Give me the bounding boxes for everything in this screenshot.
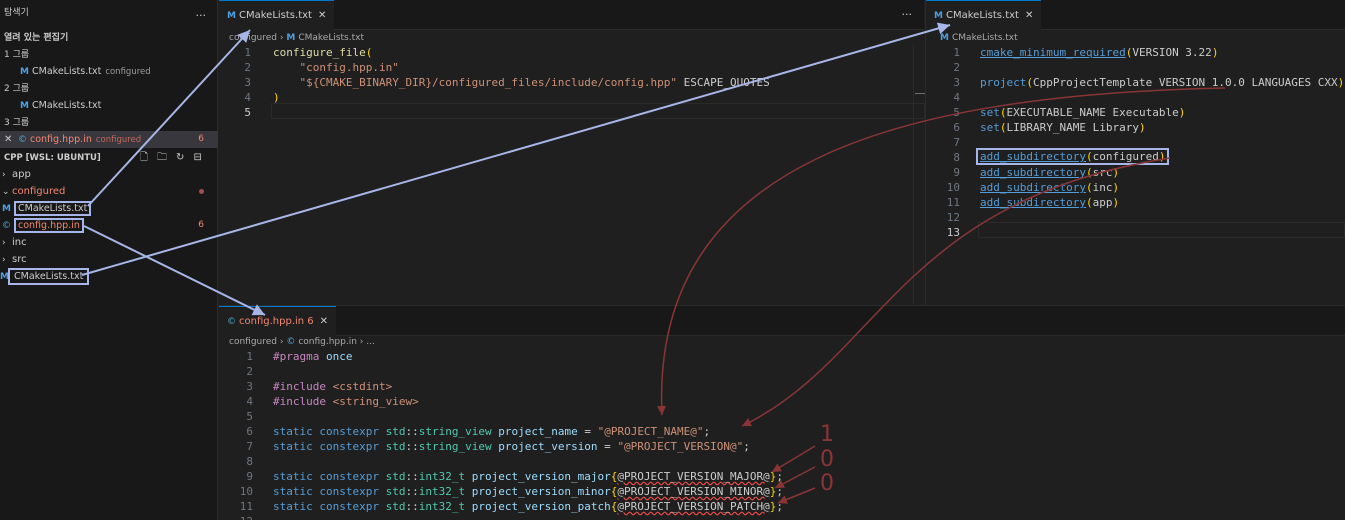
code-line: "config.hpp.in" — [299, 61, 399, 74]
close-icon[interactable]: ✕ — [1025, 10, 1033, 21]
tree-folder-app[interactable]: › app — [0, 166, 218, 183]
bottom-code-editor[interactable]: 1 2 3 4 5 6 7 8 9 10 11 12 #pragma once … — [219, 349, 1345, 520]
workspace-title: CPP [WSL: UBUNTU] — [4, 153, 101, 163]
annotation-minor-value: 0 — [820, 447, 834, 472]
close-icon[interactable]: ✕ — [318, 10, 326, 21]
close-icon[interactable]: ✕ — [4, 131, 18, 148]
code-line: static constexpr std::int32_t project_ve… — [273, 485, 783, 498]
code-line: cmake_minimum_required(VERSION 3.22) — [980, 46, 1219, 59]
code-line: static constexpr std::int32_t project_ve… — [273, 470, 783, 483]
cpp-file-icon: © — [227, 317, 236, 327]
annotation-major-value: 1 — [820, 422, 834, 447]
open-editor-item[interactable]: M CMakeLists.txt — [0, 97, 218, 114]
chevron-down-icon: ⌄ — [2, 187, 10, 197]
tab-config-hpp-in[interactable]: © config.hpp.in 6 ✕ — [219, 306, 337, 336]
breadcrumb: configured › M CMakeLists.txt — [229, 33, 364, 43]
modified-dot — [199, 189, 204, 194]
problem-count-badge: 6 — [198, 220, 204, 230]
code-line: "${CMAKE_BINARY_DIR}/configured_files/in… — [299, 76, 770, 89]
tree-file-config-hpp-in[interactable]: © config.hpp.in 6 — [0, 217, 218, 234]
code-line: set(EXECUTABLE_NAME Executable) — [980, 106, 1186, 119]
chevron-right-icon: › — [2, 170, 6, 180]
code-line: static constexpr std::string_view projec… — [273, 440, 750, 453]
explorer-header: 탐색기 ··· — [0, 4, 218, 22]
code-line: static constexpr std::int32_t project_ve… — [273, 500, 783, 513]
tab-cmakelists-left[interactable]: M CMakeLists.txt ✕ — [219, 0, 335, 30]
refresh-icon[interactable]: ↻ — [176, 152, 193, 163]
right-editor-tabbar: M CMakeLists.txt ✕ — [926, 0, 1345, 30]
cmake-file-icon: M — [2, 204, 11, 214]
code-line: configure_file( — [273, 46, 373, 59]
code-line: add_subdirectory(app) — [980, 196, 1120, 209]
code-line: #include <cstdint> — [273, 380, 393, 393]
open-editor-item-active[interactable]: ✕ © config.hpp.in configured 6 — [0, 131, 218, 148]
workspace-header[interactable]: CPP [WSL: UBUNTU] 🗋🗀↻⊟ — [0, 149, 218, 166]
group-2-label: 2 그룹 — [4, 84, 30, 94]
tree-folder-inc[interactable]: › inc — [0, 234, 218, 251]
problem-count-badge: 6 — [198, 134, 204, 144]
chevron-right-icon: › — [2, 238, 6, 248]
collapse-icon[interactable]: ⊟ — [193, 152, 210, 163]
cmake-file-icon: M — [934, 11, 943, 21]
code-line: add_subdirectory(src) — [980, 166, 1120, 179]
left-code-editor[interactable]: 1 2 3 4 5 configure_file( "config.hpp.in… — [219, 45, 925, 304]
tree-folder-src[interactable]: › src — [0, 251, 218, 268]
open-editors-header[interactable]: 열려 있는 편집기 — [0, 29, 218, 46]
cmake-file-icon: M — [286, 33, 296, 43]
bottom-editor-tabbar: © config.hpp.in 6 ✕ — [219, 306, 1345, 336]
breadcrumb: M CMakeLists.txt — [940, 33, 1018, 43]
code-line: #pragma once — [273, 350, 353, 363]
code-line: ) — [273, 91, 280, 104]
explorer-more-button[interactable]: ··· — [196, 7, 207, 24]
tree-file-root-cmake[interactable]: M CMakeLists.txt — [0, 268, 218, 285]
code-line-highlighted: add_subdirectory(configured) — [976, 148, 1170, 165]
new-folder-icon[interactable]: 🗀 — [157, 152, 176, 163]
new-file-icon[interactable]: 🗋 — [140, 152, 157, 163]
code-line: add_subdirectory(inc) — [980, 181, 1120, 194]
group-3-label: 3 그룹 — [4, 118, 30, 128]
code-line: #include <string_view> — [273, 395, 419, 408]
cmake-file-icon: M — [227, 11, 236, 21]
editor-more-button[interactable]: ··· — [902, 8, 913, 21]
cpp-file-icon: © — [2, 221, 11, 231]
left-editor-tabbar: M CMakeLists.txt ✕ ··· — [219, 0, 924, 30]
breadcrumb: configured › © config.hpp.in › ... — [229, 337, 375, 347]
open-editor-item[interactable]: M CMakeLists.txt configured — [0, 63, 218, 80]
cmake-file-icon: M — [940, 33, 949, 43]
close-icon[interactable]: ✕ — [320, 316, 328, 327]
tree-folder-configured[interactable]: ⌄ configured — [0, 183, 218, 200]
cpp-file-icon: © — [286, 337, 296, 347]
explorer-sidebar: 탐색기 ··· 열려 있는 편집기 1 그룹 M CMakeLists.txt co… — [0, 0, 218, 520]
cmake-file-icon: M — [0, 272, 9, 282]
code-line: set(LIBRARY_NAME Library) — [980, 121, 1146, 134]
cmake-file-icon: M — [20, 67, 29, 77]
code-line: static constexpr std::string_view projec… — [273, 425, 711, 438]
tree-file-cmake-configured[interactable]: M CMakeLists.txt — [0, 200, 218, 217]
cmake-file-icon: M — [20, 101, 29, 111]
cpp-file-icon: © — [18, 135, 27, 145]
explorer-title: 탐색기 — [4, 8, 29, 18]
right-code-editor[interactable]: 1 2 3 4 5 6 7 8 9 10 11 12 13 cmake_mini… — [926, 45, 1345, 304]
chevron-right-icon: › — [2, 255, 6, 265]
tab-cmakelists-right[interactable]: M CMakeLists.txt ✕ — [926, 0, 1042, 30]
group-1-label: 1 그룹 — [4, 50, 30, 60]
open-editors-title: 열려 있는 편집기 — [4, 33, 69, 43]
code-line: project(CppProjectTemplate VERSION 1.0.0… — [980, 76, 1345, 89]
annotation-patch-value: 0 — [820, 471, 834, 496]
